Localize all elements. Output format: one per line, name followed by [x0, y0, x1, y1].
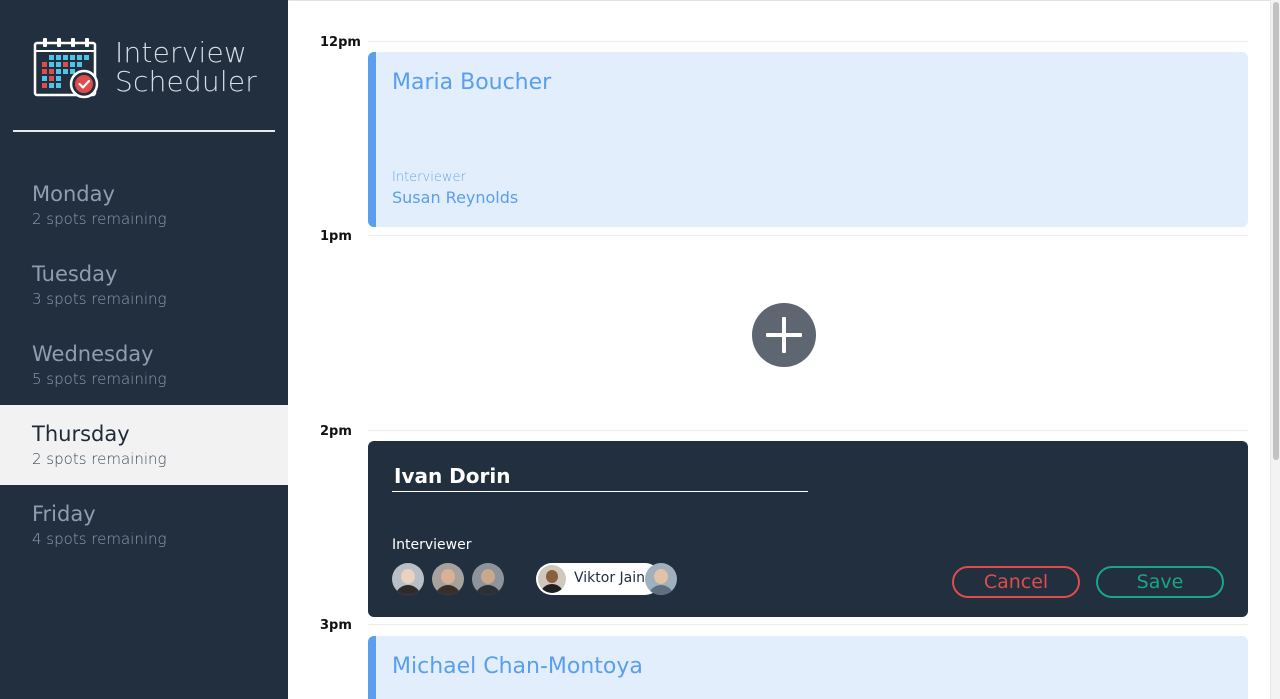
day-spots: 2 spots remaining: [32, 210, 167, 228]
save-button[interactable]: Save: [1096, 566, 1224, 598]
interviewer-avatar[interactable]: [472, 563, 504, 595]
appointment-accent-bar: [368, 636, 376, 699]
appointment-interviewer: Susan Reynolds: [392, 188, 519, 207]
appointment-card[interactable]: Michael Chan-Montoya: [368, 636, 1248, 699]
day-item-thursday[interactable]: Thursday 2 spots remaining: [0, 405, 288, 485]
app-title: Interview Scheduler: [115, 38, 257, 96]
slot-time-1pm: 1pm: [320, 229, 352, 244]
day-item-friday[interactable]: Friday 4 spots remaining: [0, 485, 288, 565]
appointment-student: Maria Boucher: [392, 70, 552, 95]
scrollbar[interactable]: [1270, 0, 1280, 699]
day-name: Thursday: [32, 422, 130, 446]
day-item-wednesday[interactable]: Wednesday 5 spots remaining: [0, 325, 288, 405]
interviewer-avatar[interactable]: [645, 563, 677, 595]
interviewer-avatar[interactable]: [392, 563, 424, 595]
day-item-monday[interactable]: Monday 2 spots remaining: [0, 165, 288, 245]
day-spots: 5 spots remaining: [32, 370, 167, 388]
calendar-check-icon: [33, 37, 99, 99]
slot-divider: [368, 41, 1248, 42]
app-title-line1: Interview: [115, 36, 247, 69]
appointment-card[interactable]: Maria Boucher Interviewer Susan Reynolds: [368, 52, 1248, 227]
slot-time-2pm: 2pm: [320, 424, 352, 439]
selected-interviewer-name: Viktor Jain: [574, 570, 645, 586]
slot-time-3pm: 3pm: [320, 618, 352, 633]
appointment-accent-bar: [368, 52, 376, 227]
interviewer-avatar: [538, 565, 566, 593]
sidebar-divider: [13, 130, 275, 132]
day-item-tuesday[interactable]: Tuesday 3 spots remaining: [0, 245, 288, 325]
slot-divider: [368, 430, 1248, 431]
cancel-button[interactable]: Cancel: [952, 566, 1080, 598]
student-name-input[interactable]: [392, 461, 808, 492]
day-name: Friday: [32, 502, 96, 526]
day-spots: 2 spots remaining: [32, 450, 167, 468]
app-title-line2: Scheduler: [115, 65, 257, 98]
day-name: Monday: [32, 182, 115, 206]
add-appointment-button[interactable]: [752, 303, 816, 367]
day-spots: 3 spots remaining: [32, 290, 167, 308]
slot-divider: [368, 235, 1248, 236]
appointment-student: Michael Chan-Montoya: [392, 654, 643, 679]
interviewer-avatar[interactable]: [432, 563, 464, 595]
day-spots: 4 spots remaining: [32, 530, 167, 548]
slot-divider: [368, 624, 1248, 625]
day-list: Monday 2 spots remaining Tuesday 3 spots…: [0, 165, 288, 565]
slot-time-12pm: 12pm: [320, 35, 361, 50]
day-name: Wednesday: [32, 342, 154, 366]
schedule-panel: 12pm Maria Boucher Interviewer Susan Rey…: [288, 0, 1270, 699]
sidebar: Interview Scheduler Monday 2 spots remai…: [0, 0, 288, 699]
appointment-interviewer-label: Interviewer: [392, 170, 466, 185]
interviewer-label: Interviewer: [392, 537, 472, 553]
selected-interviewer[interactable]: Viktor Jain: [536, 563, 661, 595]
appointment-form: Interviewer Viktor Jain: [368, 441, 1248, 617]
day-name: Tuesday: [32, 262, 118, 286]
scrollbar-thumb[interactable]: [1273, 2, 1279, 460]
